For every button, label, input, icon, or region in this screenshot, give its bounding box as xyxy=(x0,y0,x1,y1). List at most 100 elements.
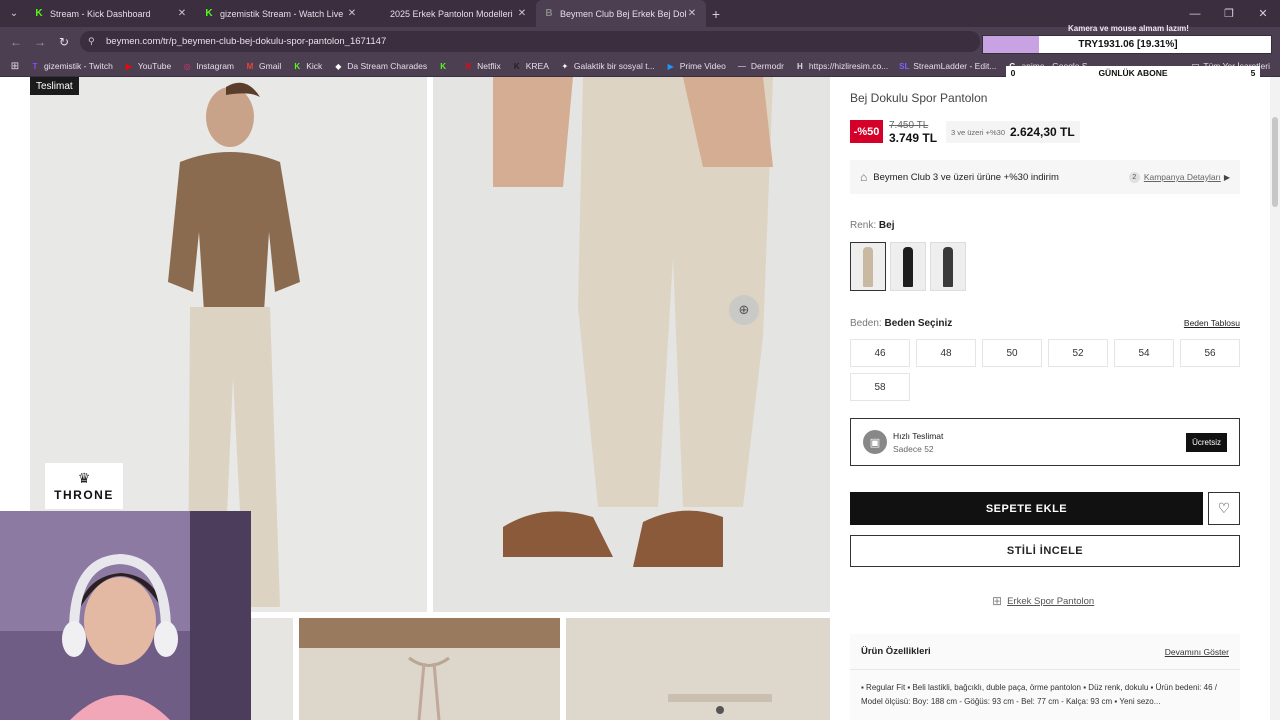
view-style-button[interactable]: STİLİ İNCELE xyxy=(850,535,1240,567)
bookmark-label: KREA xyxy=(525,61,549,71)
grid-icon: ⊞ xyxy=(992,594,1003,608)
bookmark-icon: ▶ xyxy=(125,61,132,71)
delivery-badge: Teslimat xyxy=(30,77,79,95)
color-swatch[interactable] xyxy=(850,242,886,291)
bookmark-item[interactable]: ▶ YouTube xyxy=(124,61,171,71)
product-photo-2[interactable] xyxy=(433,77,830,612)
color-swatch[interactable] xyxy=(890,242,926,291)
bookmark-item[interactable]: N Netflix xyxy=(463,61,501,71)
size-table-link[interactable]: Beden Tablosu xyxy=(1184,318,1240,328)
back-icon[interactable]: ← xyxy=(4,35,28,49)
apps-icon[interactable]: ⊞ xyxy=(0,61,30,72)
url-field[interactable]: ⚲ beymen.com/tr/p_beymen-club-bej-dokulu… xyxy=(80,31,980,52)
reload-icon[interactable]: ↻ xyxy=(52,35,76,49)
bookmark-item[interactable]: M Gmail xyxy=(245,61,282,71)
tab-title: Stream - Kick Dashboard xyxy=(50,8,151,19)
box-icon: ▣ xyxy=(863,430,887,454)
bulk-label: 3 ve üzeri +%30 xyxy=(951,127,1005,137)
size-option[interactable]: 48 xyxy=(916,339,976,367)
bookmark-icon: ▶ xyxy=(667,61,674,71)
zoom-icon[interactable]: ⊕ xyxy=(729,295,759,325)
bookmark-item[interactable]: SL StreamLadder - Edit... xyxy=(899,61,996,71)
scrollbar[interactable] xyxy=(1270,77,1280,720)
browser-tab[interactable]: Kgizemistik Stream - Watch Live ✕ xyxy=(196,0,366,27)
browser-tab[interactable]: B Beymen Club Bej Erkek Bej Dok ✕ xyxy=(536,0,706,27)
bookmark-label: Instagram xyxy=(196,61,235,71)
fast-delivery-option[interactable]: ▣ Hızlı Teslimat Sadece 52 Ücretsiz xyxy=(850,418,1240,466)
color-label: Renk: Bej xyxy=(850,220,894,231)
show-more-link[interactable]: Devamını Göster xyxy=(1165,647,1229,657)
bookmark-icon: SL xyxy=(899,61,910,71)
tab-close-icon[interactable]: ✕ xyxy=(176,8,188,19)
size-options: 46 48 50 52 54 56 58 xyxy=(850,339,1240,401)
size-option[interactable]: 56 xyxy=(1180,339,1240,367)
bookmark-item[interactable]: K Kick xyxy=(292,61,322,71)
favorite-heart-icon[interactable]: ♡ xyxy=(1208,492,1240,525)
tab-title: gizemistik Stream - Watch Live xyxy=(220,8,344,19)
forward-icon[interactable]: → xyxy=(28,35,52,49)
bookmark-label: Dermodr xyxy=(750,61,784,71)
product-photo-5[interactable] xyxy=(566,618,830,720)
bookmark-label: Netflix xyxy=(477,61,501,71)
size-option[interactable]: 46 xyxy=(850,339,910,367)
scrollbar-thumb[interactable] xyxy=(1272,117,1278,207)
color-label-text: Renk: xyxy=(850,220,877,231)
site-info-icon[interactable]: ⚲ xyxy=(88,36,100,47)
tab-favicon-icon: B xyxy=(545,8,553,19)
donation-goal-text: TRY1931.06 [19.31%] xyxy=(1078,39,1178,50)
bookmark-icon: N xyxy=(465,61,472,71)
tab-close-icon[interactable]: ✕ xyxy=(516,8,528,19)
new-tab-button[interactable]: + xyxy=(706,6,726,22)
delivery-title: Hızlı Teslimat xyxy=(893,430,944,441)
lion-icon: ♛ xyxy=(77,469,91,486)
category-link[interactable]: ⊞ Erkek Spor Pantolon xyxy=(992,594,1094,608)
throne-logo-text: THRONE xyxy=(54,487,114,502)
size-option[interactable]: 58 xyxy=(850,373,910,401)
bookmark-item[interactable]: K KREA xyxy=(512,61,549,71)
size-option[interactable]: 50 xyxy=(982,339,1042,367)
product-photo-4[interactable] xyxy=(299,618,560,720)
bookmark-item[interactable]: K xyxy=(438,61,452,71)
size-option[interactable]: 52 xyxy=(1048,339,1108,367)
bookmark-item[interactable]: Tgizemistik - Twitch xyxy=(30,61,113,71)
discount-badge: -%50 xyxy=(850,120,883,143)
tab-search-icon[interactable]: ⌄ xyxy=(2,3,26,25)
color-swatch[interactable] xyxy=(930,242,966,291)
old-price: 7.450 TL xyxy=(889,120,929,131)
minimize-icon[interactable]: — xyxy=(1178,0,1212,27)
sub-label: GÜNLÜK ABONE xyxy=(1098,67,1168,78)
bookmark-icon: K xyxy=(440,61,447,71)
tab-favicon-icon: K xyxy=(205,8,213,19)
restore-icon[interactable]: ❐ xyxy=(1212,0,1246,27)
bookmark-label: Galaktik bir sosyal t... xyxy=(573,61,655,71)
product-features: Ürün Özellikleri Devamını Göster ▪ Regul… xyxy=(850,634,1240,720)
browser-tab[interactable]: 2025 Erkek Pantolon Modelleri ✕ xyxy=(366,0,536,27)
delivery-text: Hızlı Teslimat Sadece 52 xyxy=(893,431,1186,454)
bookmark-list: Tgizemistik - Twitch ▶ YouTube ◎ Instagram M G… xyxy=(30,61,1106,71)
size-label-text: Beden: xyxy=(850,318,882,329)
tab-title: Beymen Club Bej Erkek Bej Dok xyxy=(560,8,686,19)
bookmark-item[interactable]: Hhttps://hizliresim.co... xyxy=(795,61,888,71)
bookmark-icon: M xyxy=(246,61,254,71)
bookmark-item[interactable]: — Dermodr xyxy=(737,61,784,71)
current-price: 3.749 TL xyxy=(889,131,938,145)
delivery-subtitle: Sadece 52 xyxy=(893,443,934,454)
close-window-icon[interactable]: ✕ xyxy=(1246,0,1280,27)
bookmark-icon: T xyxy=(32,61,38,71)
bookmark-item[interactable]: ◎ Instagram xyxy=(182,61,234,71)
tab-close-icon[interactable]: ✕ xyxy=(686,8,698,19)
tab-close-icon[interactable]: ✕ xyxy=(346,8,358,19)
bookmark-item[interactable]: ◆ Da Stream Charades xyxy=(333,61,427,71)
browser-tab[interactable]: K Stream - Kick Dashboard ✕ xyxy=(26,0,196,27)
campaign-details-link[interactable]: Kampanya Detayları xyxy=(1144,172,1221,182)
add-to-cart-button[interactable]: SEPETE EKLE xyxy=(850,492,1203,525)
tab-favicon-icon xyxy=(374,9,384,19)
bookmark-item[interactable]: ▶ Prime Video xyxy=(666,61,726,71)
webcam-feed xyxy=(0,511,251,720)
free-badge: Ücretsiz xyxy=(1186,432,1227,452)
bookmark-item[interactable]: ✦ Galaktik bir sosyal t... xyxy=(560,61,655,71)
tag-icon: ⌂ xyxy=(860,170,868,184)
campaign-count: 2 xyxy=(1128,171,1140,183)
daily-sub-counter: 0 GÜNLÜK ABONE 5 xyxy=(1006,66,1260,79)
size-option[interactable]: 54 xyxy=(1114,339,1174,367)
